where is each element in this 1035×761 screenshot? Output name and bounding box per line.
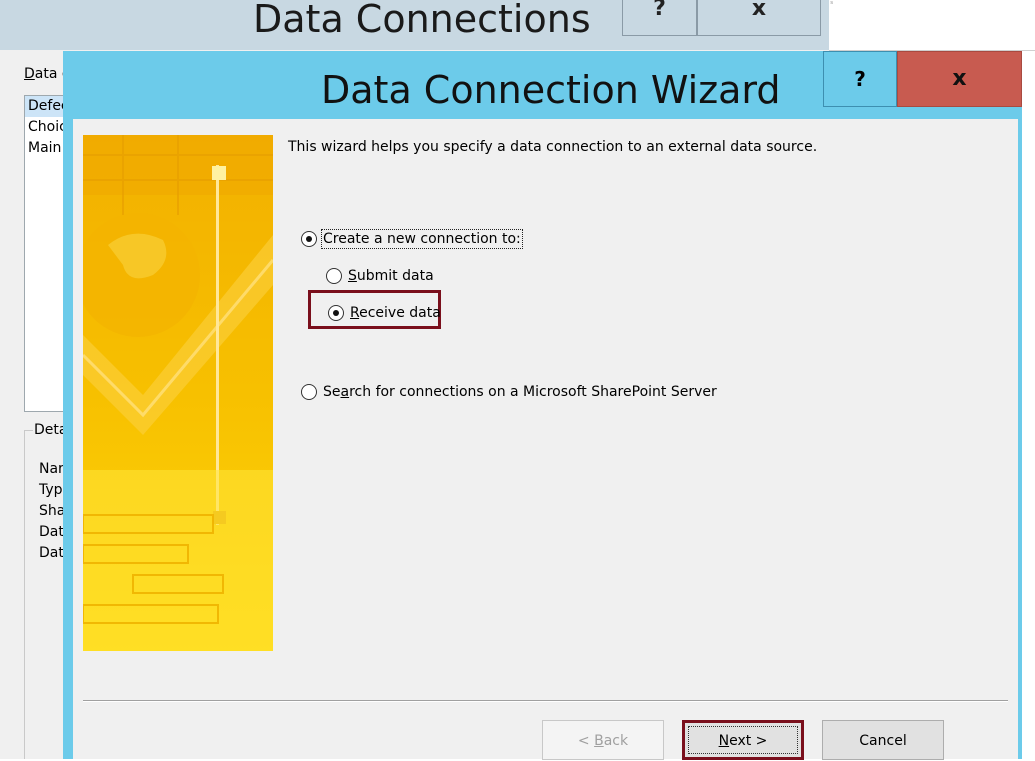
wizard-titlebar: Data Connection Wizard ? x [63,51,1022,119]
wizard-banner-image [83,135,273,651]
wizard-help-button[interactable]: ? [823,51,897,107]
wizard-body: This wizard helps you specify a data con… [73,119,1018,759]
back-button[interactable]: < Back [542,720,664,760]
radio-unselected-icon[interactable] [301,384,317,400]
list-item[interactable]: Choic [25,117,67,138]
list-item[interactable]: Defec [25,96,67,117]
data-connections-titlebar: Data Connections ? x [0,0,829,50]
close-button[interactable]: x [697,0,821,36]
help-button[interactable]: ? [622,0,697,36]
search-sharepoint-radio[interactable]: Search for connections on a Microsoft Sh… [301,384,717,400]
submit-data-radio[interactable]: Submit data [326,268,434,284]
wizard-close-button[interactable]: x [897,51,1022,107]
create-connection-label: Create a new connection to: [321,229,523,249]
detail-data-label: Dat [39,524,64,540]
strip-mark: ˢ [830,0,834,10]
radio-selected-icon[interactable] [301,231,317,247]
receive-data-label: Receive data [350,305,441,321]
search-sharepoint-label: Search for connections on a Microsoft Sh… [323,384,717,400]
radio-unselected-icon[interactable] [326,268,342,284]
radio-selected-icon[interactable] [328,305,344,321]
receive-data-radio[interactable]: Receive data [328,305,441,321]
submit-data-label: Submit data [348,268,434,284]
banner-graphic-icon [83,135,273,651]
detail-share-label: Sha [39,503,66,519]
wizard-title: Data Connection Wizard [321,68,781,112]
data-connections-list[interactable]: Defec Choic Main [24,95,68,412]
next-button[interactable]: Next > [682,720,804,760]
detail-data-label-2: Dat [39,545,64,561]
data-connection-wizard: Data Connection Wizard ? x This wizard h… [63,51,1022,759]
next-button-focus-ring [688,726,798,754]
wizard-intro-text: This wizard helps you specify a data con… [288,139,818,155]
detail-type-label: Typ [39,482,63,498]
background-window-strip [829,0,1035,51]
wizard-separator [83,700,1008,702]
create-connection-radio[interactable]: Create a new connection to: [301,229,523,249]
details-groupbox [24,430,68,759]
cancel-button[interactable]: Cancel [822,720,944,760]
list-item[interactable]: Main [25,138,67,159]
detail-name-label: Nar [39,461,64,477]
data-connections-title: Data Connections [253,0,591,41]
